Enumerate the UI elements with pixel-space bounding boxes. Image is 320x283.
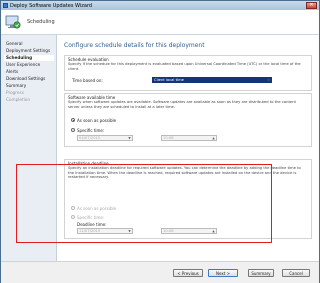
- available-time-description: Specify when software updates are availa…: [68, 100, 296, 109]
- nav-item-user-experience[interactable]: User Experience: [4, 62, 54, 68]
- nav-item-download-settings[interactable]: Download Settings: [4, 76, 54, 82]
- nav-item-summary[interactable]: Summary: [4, 83, 54, 89]
- time-based-on-value: Client local time: [154, 78, 184, 82]
- specific-time-radio[interactable]: [71, 128, 75, 132]
- time-based-on-select[interactable]: Client local time ▼: [152, 77, 272, 83]
- previous-button[interactable]: < Previous: [173, 269, 203, 277]
- available-time-picker[interactable]: 10:08 ▲: [161, 135, 217, 141]
- wizard-header: Scheduling: [1, 10, 319, 35]
- chevron-down-icon: ▼: [128, 136, 131, 140]
- computer-update-icon: [5, 15, 21, 29]
- nav-item-deployment-settings[interactable]: Deployment Settings: [4, 48, 54, 54]
- specific-time-label: Specific time:: [77, 128, 105, 133]
- app-icon: [3, 3, 8, 8]
- cancel-button[interactable]: Cancel: [282, 269, 310, 277]
- nav-item-general[interactable]: General: [4, 41, 54, 47]
- nav-item-alerts[interactable]: Alerts: [4, 69, 54, 75]
- available-time-value: 10:08: [163, 136, 174, 140]
- available-time-group: Software available time Specify when sof…: [64, 93, 312, 147]
- asap-radio[interactable]: [71, 118, 75, 122]
- window-title: Deploy Software Updates Wizard: [10, 2, 93, 9]
- step-title: Scheduling: [27, 19, 55, 25]
- page-title: Configure schedule details for this depl…: [64, 42, 205, 49]
- available-date-picker[interactable]: 04/07/2015 ▼: [77, 135, 133, 141]
- title-bar[interactable]: Deploy Software Updates Wizard ✕: [1, 1, 319, 10]
- chevron-down-icon: ▼: [267, 78, 270, 82]
- next-button[interactable]: Next >: [208, 269, 238, 277]
- close-button[interactable]: ✕: [306, 2, 317, 9]
- schedule-evaluation-description: Specify if the schedule for this deploym…: [68, 62, 301, 71]
- wizard-window: Deploy Software Updates Wizard ✕ Schedul…: [0, 0, 320, 283]
- asap-label: As soon as possible: [77, 118, 117, 123]
- time-based-on-label: Time based on:: [72, 78, 103, 83]
- schedule-evaluation-group: Schedule evaluation Specify if the sched…: [64, 55, 312, 91]
- deadline-highlight-box: [16, 164, 272, 243]
- summary-button[interactable]: Summary: [248, 269, 274, 277]
- available-date-value: 04/07/2015: [79, 136, 101, 140]
- wizard-footer: < Previous Next > Summary Cancel: [1, 261, 319, 283]
- nav-item-progress: Progress: [6, 90, 24, 95]
- nav-item-completion: Completion: [6, 97, 30, 102]
- nav-item-scheduling[interactable]: Scheduling: [4, 55, 54, 61]
- spinner-icon: ▲: [212, 136, 215, 140]
